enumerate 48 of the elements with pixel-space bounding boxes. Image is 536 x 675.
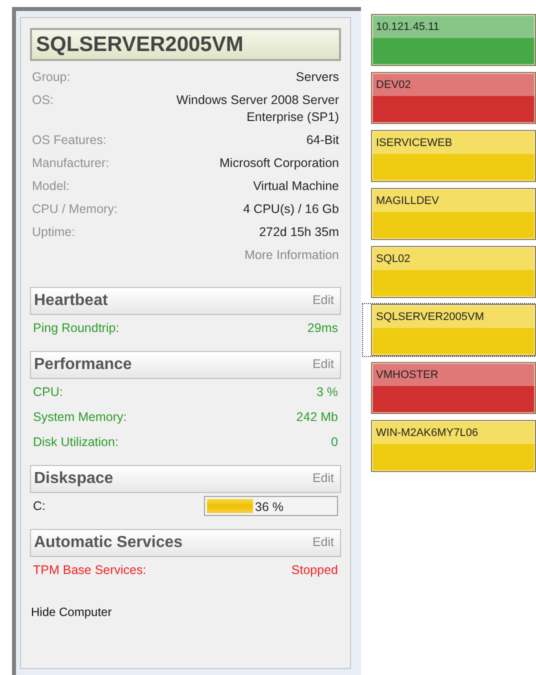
property-label: OS: <box>32 92 54 109</box>
section-title: Performance <box>34 354 132 375</box>
tile-name: SQL02 <box>376 253 410 265</box>
metric-label: TPM Base Services: <box>33 562 146 579</box>
property-label: OS Features: <box>32 132 106 149</box>
property-label: CPU / Memory: <box>32 201 118 218</box>
computer-tile[interactable]: SQL02 <box>363 246 536 298</box>
property-label: Uptime: <box>32 224 76 241</box>
computer-tile[interactable]: VMHOSTER <box>363 362 536 414</box>
metric-label: CPU: <box>33 384 63 401</box>
section-title: Automatic Services <box>34 532 183 553</box>
tile-name: MAGILLDEV <box>376 195 439 207</box>
computer-tile[interactable]: SQLSERVER2005VM <box>363 304 536 356</box>
metric-label: System Memory: <box>33 408 127 426</box>
metric-label: Ping Roundtrip: <box>33 320 120 337</box>
section-title: Heartbeat <box>34 290 108 311</box>
property-value: 4 CPU(s) / 16 Gb <box>243 201 339 218</box>
tile-name: ISERVICEWEB <box>376 137 452 149</box>
property-value: Virtual Machine <box>253 178 339 195</box>
tile-name: DEV02 <box>376 79 411 91</box>
tile-name: WIN-M2AK6MY7L06 <box>376 427 478 439</box>
tile-name: SQLSERVER2005VM <box>376 311 484 323</box>
computer-name: SQLSERVER2005VM <box>30 28 341 61</box>
tile-name: VMHOSTER <box>376 369 438 381</box>
metric-value: Stopped <box>291 562 338 579</box>
tile-name: 10.121.45.11 <box>376 21 440 33</box>
property-label: Manufacturer: <box>32 155 110 172</box>
computer-tile[interactable]: WIN-M2AK6MY7L06 <box>363 420 536 472</box>
metric-value: 0 <box>331 434 338 451</box>
computer-tile[interactable]: ISERVICEWEB <box>363 130 536 182</box>
property-value: Windows Server 2008 Server Enterprise (SP1) <box>175 92 339 126</box>
property-value: 272d 15h 35m <box>259 224 339 241</box>
metric-value: 242 Mb <box>296 408 338 426</box>
property-value: Servers <box>296 69 339 86</box>
computer-tile[interactable]: 10.121.45.11 <box>363 14 536 66</box>
metric-label: Disk Utilization: <box>33 434 118 451</box>
property-label: Group: <box>32 69 70 86</box>
computer-tile[interactable]: DEV02 <box>363 72 536 124</box>
disk-usage-reading: 36 % <box>255 499 284 516</box>
property-value: Microsoft Corporation <box>220 155 339 172</box>
drive-label: C: <box>33 498 46 515</box>
property-value: 64-Bit <box>306 132 339 149</box>
hide-computer-link[interactable]: Hide Computer <box>31 604 112 619</box>
metric-value: 29ms <box>307 320 338 337</box>
metric-value: 3 % <box>316 384 338 401</box>
property-label: Model: <box>32 178 70 195</box>
section-title: Diskspace <box>34 468 114 489</box>
computer-tile[interactable]: MAGILLDEV <box>363 188 536 240</box>
